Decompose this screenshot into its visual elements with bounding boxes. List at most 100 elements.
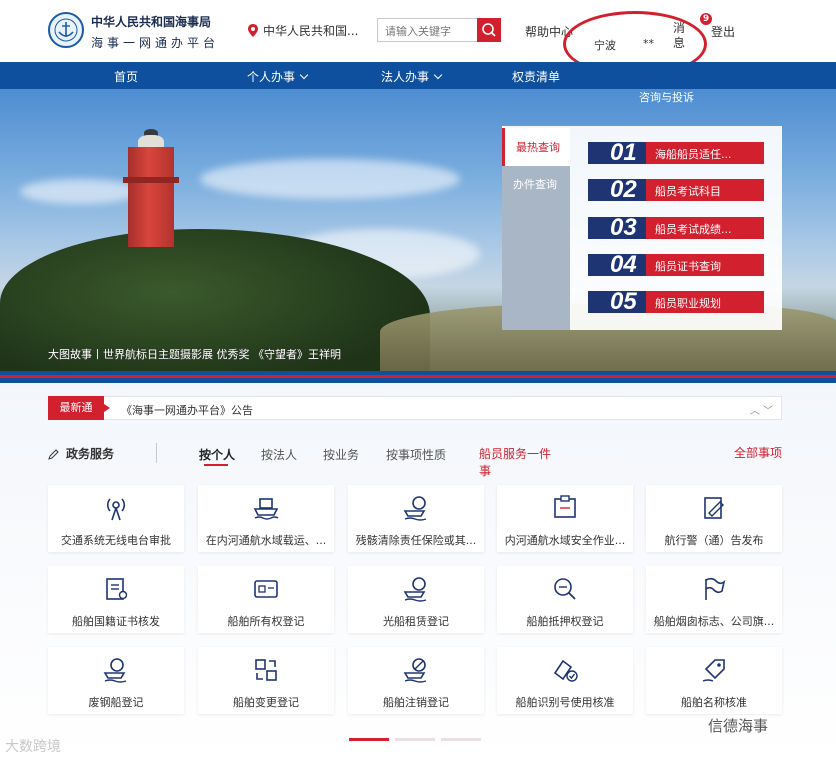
- hot-query-item[interactable]: 03 船员考试成绩...: [588, 214, 764, 241]
- service-card[interactable]: 船舶国籍证书核发: [48, 566, 184, 633]
- main-nav: 首页 个人办事 法人办事 权责清单: [0, 62, 836, 89]
- search-icon: [482, 23, 496, 37]
- pager-dot-active[interactable]: [349, 738, 389, 741]
- pen-icon: [48, 448, 60, 460]
- nav-power-list-label: 权责清单: [512, 70, 561, 84]
- cloud: [20, 179, 140, 204]
- banner-caption[interactable]: 大图故事丨世界航标日主题摄影展 优秀奖 《守望者》王祥明: [48, 346, 341, 362]
- rank-number: 01: [610, 139, 637, 166]
- watermark-right: 信德海事: [708, 715, 769, 736]
- radio-tower-icon: [106, 498, 126, 521]
- search-input[interactable]: 请输入关键字: [385, 23, 451, 39]
- service-card[interactable]: 光船租赁登记: [348, 566, 484, 633]
- tab-crew-service[interactable]: 船员服务一件事: [479, 446, 555, 480]
- rank-number: 04: [610, 251, 637, 278]
- service-card[interactable]: 废钢船登记: [48, 647, 184, 714]
- tab-by-corporate[interactable]: 按法人: [261, 446, 297, 463]
- service-card-label: 内河通航水域安全作业...: [504, 534, 626, 547]
- service-card[interactable]: 交通系统无线电台审批: [48, 485, 184, 552]
- river-work-icon: [554, 495, 576, 518]
- nav-corporate[interactable]: 法人办事: [381, 68, 443, 85]
- service-card[interactable]: 船舶抵押权登记: [497, 566, 633, 633]
- service-card-label: 船舶变更登记: [233, 696, 299, 709]
- service-card-label: 残骸清除责任保险或其...: [355, 534, 477, 547]
- service-card[interactable]: 船舶所有权登记: [198, 566, 334, 633]
- hot-query-item[interactable]: 02 船员考试科目: [588, 176, 764, 203]
- certificate-icon: [106, 578, 128, 600]
- platform-name: 海事一网通办平台: [91, 36, 220, 50]
- tab-by-nature[interactable]: 按事项性质: [386, 446, 446, 463]
- lease-ship-icon: [403, 577, 427, 602]
- maritime-logo-icon[interactable]: [48, 12, 84, 48]
- service-card-label: 光船租赁登记: [383, 615, 449, 628]
- tab-case-query[interactable]: 办件查询: [502, 166, 570, 330]
- nav-home-label: 首页: [114, 70, 139, 84]
- active-tab-underline: [204, 464, 228, 466]
- hot-query-item[interactable]: 05 船员职业规划: [588, 288, 764, 315]
- service-card-label: 船舶烟囱标志、公司旗...: [653, 615, 775, 628]
- search-button[interactable]: [477, 18, 501, 42]
- service-card[interactable]: 内河通航水域安全作业...: [497, 485, 633, 552]
- consult-complaint-link[interactable]: 咨询与投诉: [639, 89, 694, 105]
- services-heading-label: 政务服务: [66, 447, 115, 461]
- nav-personal[interactable]: 个人办事: [247, 68, 309, 85]
- service-card[interactable]: 残骸清除责任保险或其...: [348, 485, 484, 552]
- pager-dot[interactable]: [395, 738, 435, 741]
- hot-query-label: 船员考试科目: [655, 185, 721, 198]
- location-selector[interactable]: 中华人民共和国...: [248, 22, 358, 39]
- tab-by-business[interactable]: 按业务: [323, 446, 359, 463]
- nav-corporate-label: 法人办事: [381, 70, 430, 84]
- rank-number: 05: [610, 288, 637, 315]
- hot-query-panel: 最热查询 办件查询 01 海船船员适任... 02 船员考试科目 03 船员考试…: [502, 126, 782, 330]
- rank-number: 03: [610, 214, 637, 241]
- notice-tag: 最新通: [48, 396, 110, 420]
- hot-query-item[interactable]: 04 船员证书查询: [588, 251, 764, 278]
- notice-text[interactable]: 《海事一网通办平台》公告: [121, 402, 253, 418]
- location-label: 中华人民共和国...: [263, 24, 359, 38]
- banner-divider-accent: [0, 375, 836, 378]
- pager-dot[interactable]: [441, 738, 481, 741]
- ownership-card-icon: [254, 580, 278, 598]
- tab-by-person[interactable]: 按个人: [199, 446, 235, 463]
- nav-home[interactable]: 首页: [114, 68, 138, 85]
- notice-bar[interactable]: 最新通 《海事一网通办平台》公告 ︿ ﹀: [48, 396, 782, 420]
- logout-link[interactable]: 登出: [711, 23, 735, 40]
- notice-scroll-arrows-icon[interactable]: ︿ ﹀: [750, 402, 773, 417]
- service-card-label: 在内河通航水域载运、...: [205, 534, 327, 547]
- service-card-label: 废钢船登记: [88, 696, 144, 709]
- search-box[interactable]: 请输入关键字: [377, 18, 501, 42]
- site-header: 中华人民共和国海事局 海事一网通办平台 中华人民共和国... 请输入关键字 帮助…: [0, 0, 836, 77]
- name-tag-icon: [702, 659, 725, 682]
- id-check-icon: [553, 659, 578, 682]
- rank-number: 02: [610, 176, 637, 203]
- cloud: [200, 159, 460, 199]
- service-card-label: 船舶注销登记: [383, 696, 449, 709]
- service-card[interactable]: 航行警（通）告发布: [646, 485, 782, 552]
- service-card-label: 船舶国籍证书核发: [72, 615, 160, 628]
- service-card[interactable]: 船舶识别号使用核准: [497, 647, 633, 714]
- chevron-down-icon: [433, 70, 443, 80]
- flag-icon: [705, 577, 726, 600]
- service-card[interactable]: 船舶注销登记: [348, 647, 484, 714]
- nav-power-list[interactable]: 权责清单: [512, 68, 560, 85]
- lighthouse-balcony: [123, 177, 179, 183]
- lighthouse-icon: [128, 147, 174, 247]
- service-card[interactable]: 船舶变更登记: [198, 647, 334, 714]
- service-card[interactable]: 船舶名称核准: [646, 647, 782, 714]
- cancel-ship-icon: [403, 658, 427, 683]
- hot-query-label: 船员考试成绩...: [655, 223, 732, 236]
- hot-query-label: 船员证书查询: [655, 260, 721, 273]
- hot-query-label: 海船船员适任...: [655, 148, 732, 161]
- service-card[interactable]: 船舶烟囱标志、公司旗...: [646, 566, 782, 633]
- chevron-down-icon: [299, 70, 309, 80]
- divider: [156, 443, 157, 463]
- service-card-label: 交通系统无线电台审批: [61, 534, 171, 547]
- hot-query-item[interactable]: 01 海船船员适任...: [588, 139, 764, 166]
- all-items-link[interactable]: 全部事项: [734, 444, 782, 461]
- service-card[interactable]: 在内河通航水域载运、...: [198, 485, 334, 552]
- service-card-label: 船舶抵押权登记: [526, 615, 604, 628]
- tab-hot-query[interactable]: 最热查询: [502, 128, 570, 168]
- insurance-ship-icon: [403, 496, 427, 521]
- service-card-label: 船舶名称核准: [681, 696, 747, 709]
- scrap-ship-icon: [103, 658, 127, 683]
